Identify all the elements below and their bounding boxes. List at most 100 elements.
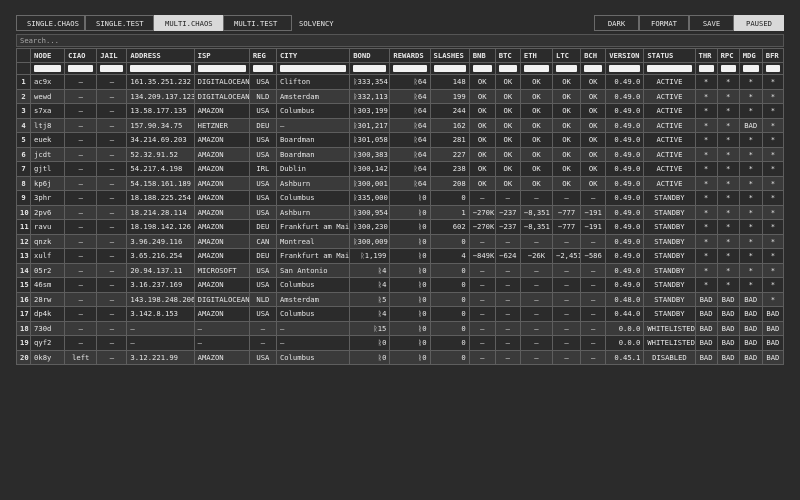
paused-button[interactable]: PAUSED [734,15,784,31]
cell-mdg: BAD [738,117,763,133]
cell-reg: USA [248,306,277,322]
cell-jail: – [96,88,128,104]
table-row[interactable]: 7 gjtl – –54.217.4.198 AMAZON IRL Dublin ᚱ300,1… [15,161,785,177]
table-row[interactable]: 4 ltj8– –157.90.34.75 HETZNER DEU – ᚱ301,217 ᚱ6… [15,117,785,133]
cell-reg: CAN [248,233,277,249]
filter-input-thr[interactable] [698,65,714,72]
table-row[interactable]: 13 xulf – –3.65.216.254 AMAZON DEU Frankfurt a… [15,248,785,264]
filter-input-status[interactable] [647,65,692,72]
filter-input-ciao[interactable] [68,65,94,72]
table-row[interactable]: 15 46sm – –3.16.237.169 AMAZON USA Columbus ᚱ4 ᚱ… [15,277,785,293]
cell-node: wewd [30,88,66,104]
column-header-bnb[interactable]: BNB [468,48,496,63]
table-row[interactable]: 20 0k8y left –3.12.221.99 AMAZON USA Columbus ᚱ… [15,349,785,365]
toolbar-right: DARK FORMAT SAVE PAUSED [594,15,784,31]
cell-bnb: −270K [468,219,496,235]
cell-reg: USA [248,204,277,220]
table-row[interactable]: 14 05r2– –20.94.137.11 MICROSOFT USA San Anto… [15,262,785,278]
cell-eth: OK [519,117,554,133]
format-button[interactable]: FORMAT [639,15,689,31]
column-header-bch[interactable]: BCH [580,48,607,63]
dark-button[interactable]: DARK [594,15,639,31]
cell-jail: – [96,161,128,177]
cell-jail: – [96,233,128,249]
table-row[interactable]: 16 28rw – –143.198.248.206 DIGITALOCEAN NLD Am… [15,291,785,307]
filter-input-node[interactable] [34,65,62,72]
cell-btc: – [494,233,521,249]
filter-input-reg[interactable] [252,65,273,72]
filter-input-isp[interactable] [197,65,246,72]
table-row[interactable]: 8 kp6j – –54.158.161.189 AMAZON USA Ashburn ᚱ30… [15,175,785,191]
filter-input-slashes[interactable] [433,65,466,72]
filter-input-bch[interactable] [584,65,603,72]
column-header-bond[interactable]: BOND [349,48,391,63]
table-row[interactable]: 3 s7xa – –13.58.177.135 AMAZON USA Columbus ᚱ30… [15,103,785,119]
cell-mdg: * [738,219,763,235]
column-header-reg[interactable]: REG [248,48,277,63]
column-header-thr[interactable]: THR [694,48,718,63]
filter-input-btc[interactable] [498,65,517,72]
column-header-bfr[interactable]: BFR [761,48,785,63]
column-header-rpc[interactable]: RPC [716,48,740,63]
table-row[interactable]: 19 qyf2– – – – – – ᚱ0 ᚱ0 0– – – – –0.0.0 WHITELISTED BA… [15,335,785,351]
table-row[interactable]: 18 730d – – – – – – ᚱ15 ᚱ0 0– – – – –0.0.0 WHITELISTED B… [15,320,785,336]
cell-bond: ᚱ333,354 [349,74,391,90]
column-header-index[interactable] [15,48,32,63]
cell-thr: BAD [694,335,718,351]
table-row[interactable]: 12 qnzk – –3.96.249.116 AMAZON CAN Montreal ᚱ30… [15,233,785,249]
cell-bch: – [580,291,607,307]
column-header-node[interactable]: NODE [30,48,66,63]
filter-input-mdg[interactable] [742,65,759,72]
column-header-isp[interactable]: ISP [193,48,250,63]
filter-input-jail[interactable] [100,65,124,72]
column-header-version[interactable]: VERSION [605,48,645,63]
cell-bnb: – [468,320,496,336]
filter-input-bond[interactable] [353,65,387,72]
cell-bnb: OK [468,117,496,133]
column-header-jail[interactable]: JAIL [96,48,128,63]
save-button[interactable]: SAVE [689,15,734,31]
table-row[interactable]: 6 jcdt – –52.32.91.52 AMAZON USA Boardman ᚱ300,… [15,146,785,162]
cell-ltc: – [551,306,582,322]
tab-single-test[interactable]: SINGLE.TEST [85,15,154,31]
cell-mdg: * [738,132,763,148]
cell-ciao: – [64,117,98,133]
column-header-city[interactable]: CITY [275,48,351,63]
cell-ltc: OK [551,132,582,148]
tab-single-chaos[interactable]: SINGLE.CHAOS [16,15,85,31]
table-row[interactable]: 11 ravu – –18.198.142.126 AMAZON DEU Frankfurt… [15,219,785,235]
column-header-mdg[interactable]: MDG [738,48,763,63]
tab-solvency[interactable]: SOLVENCY [292,15,345,31]
tab-multi-test[interactable]: MULTI.TEST [223,15,292,31]
filter-input-eth[interactable] [523,65,549,72]
tab-multi-chaos[interactable]: MULTI.CHAOS [154,15,223,31]
column-header-btc[interactable]: BTC [494,48,521,63]
filter-input-rpc[interactable] [720,65,736,72]
table-row[interactable]: 9 3phr – –18.188.225.254 AMAZON USA Columbus ᚱ3… [15,190,785,206]
filter-input-rewards[interactable] [393,65,427,72]
filter-input-ltc[interactable] [556,65,578,72]
filter-input-city[interactable] [279,65,347,72]
column-header-slashes[interactable]: SLASHES [429,48,470,63]
column-header-ltc[interactable]: LTC [551,48,582,63]
cell-node: kp6j [30,175,66,191]
filter-input-version[interactable] [609,65,641,72]
table-row[interactable]: 17 dp4k – –3.142.8.153 AMAZON USA Columbus ᚱ4 ᚱ0… [15,306,785,322]
column-header-rewards[interactable]: REWARDS [389,48,431,63]
cell-bond: ᚱ5 [349,291,391,307]
column-header-ciao[interactable]: CIAO [64,48,98,63]
column-header-eth[interactable]: ETH [519,48,554,63]
table-row[interactable]: 5 euek – –34.214.69.203 AMAZON USA Boardman ᚱ30… [15,132,785,148]
column-header-status[interactable]: STATUS [643,48,696,63]
table-row[interactable]: 10 2pv6– –18.214.28.114 AMAZON USA Ashburn ᚱ30… [15,204,785,220]
filter-input-bfr[interactable] [765,65,780,72]
table-row[interactable]: 1 ac9x – –161.35.251.232 DIGITALOCEAN USA Clif… [15,74,785,90]
filter-input-bnb[interactable] [472,65,492,72]
table-row[interactable]: 2 wewd – –134.209.137.123 DIGITALOCEAN NLD Ams… [15,88,785,104]
cell-address: 13.58.177.135 [126,103,195,119]
cell-ltc: OK [551,146,582,162]
search-input[interactable] [16,34,784,47]
column-header-address[interactable]: ADDRESS [126,48,195,63]
filter-input-address[interactable] [130,65,191,72]
cell-city: Ashburn [275,175,351,191]
